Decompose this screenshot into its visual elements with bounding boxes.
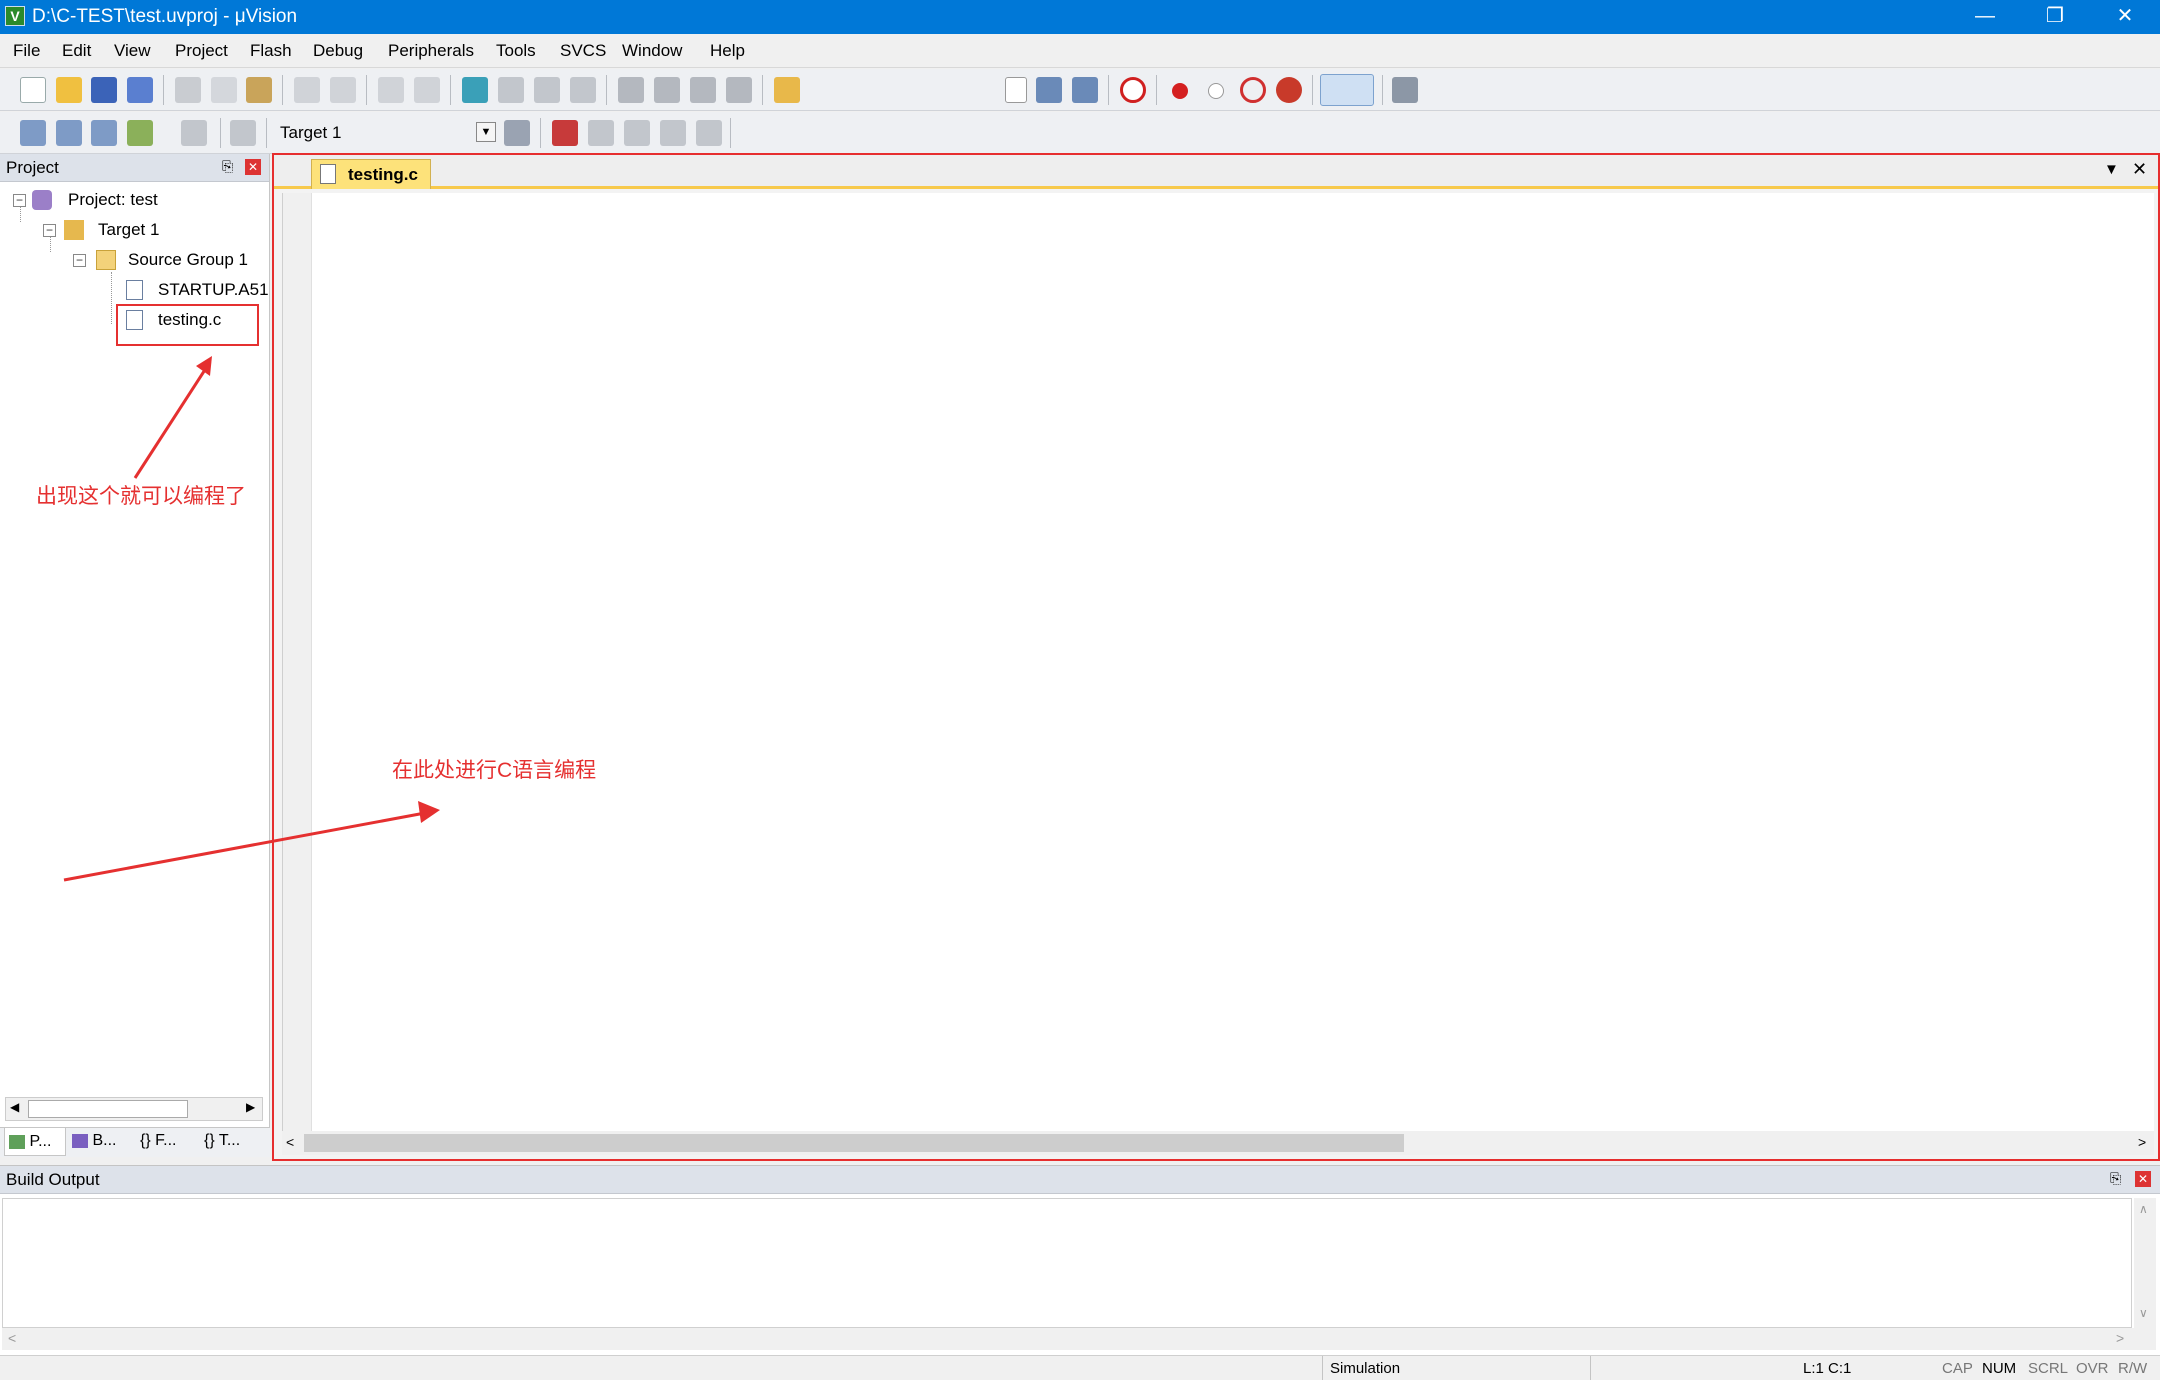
uvision-window: V D:\C-TEST\test.uvproj - μVision — ❐ ✕ …: [0, 0, 2160, 1380]
arrow-to-editor: [63, 811, 426, 882]
arrow-to-file: [133, 361, 212, 479]
arrowhead-editor: [418, 801, 440, 823]
annotation-arrows: [63, 356, 440, 882]
annotation-file-note: 出现这个就可以编程了: [36, 485, 246, 508]
annotation-editor-note: 在此处进行C语言编程: [392, 759, 597, 782]
